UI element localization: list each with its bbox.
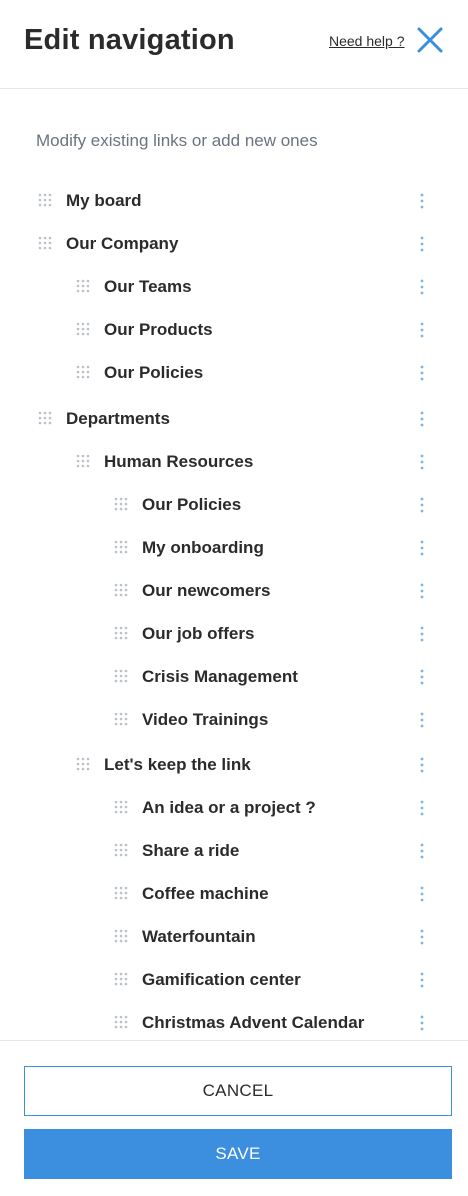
- nav-item[interactable]: Our Teams: [0, 265, 468, 308]
- nav-item-label: My board: [66, 191, 142, 210]
- more-options-icon[interactable]: [414, 755, 430, 775]
- more-options-icon[interactable]: [414, 841, 430, 861]
- more-options-icon[interactable]: [414, 409, 430, 429]
- drag-handle-icon[interactable]: [114, 712, 128, 726]
- more-options-icon[interactable]: [414, 927, 430, 947]
- need-help-link[interactable]: Need help ?: [329, 33, 405, 49]
- drag-handle-icon[interactable]: [114, 1015, 128, 1029]
- more-options-icon[interactable]: [414, 798, 430, 818]
- close-button[interactable]: [414, 24, 446, 56]
- navigation-tree: My board Our Company Our Teams Our Products…: [0, 179, 468, 1037]
- drag-handle-icon[interactable]: [114, 583, 128, 597]
- more-options-icon[interactable]: [414, 970, 430, 990]
- nav-item[interactable]: Coffee machine: [0, 872, 468, 915]
- drag-handle-icon[interactable]: [76, 454, 90, 468]
- nav-item-label: Our job offers: [142, 624, 255, 643]
- more-options-icon[interactable]: [414, 452, 430, 472]
- nav-item[interactable]: Video Trainings: [0, 698, 468, 741]
- nav-item-label: An idea or a project ?: [142, 798, 316, 817]
- more-options-icon[interactable]: [414, 363, 430, 383]
- nav-item[interactable]: Departments: [0, 397, 468, 440]
- nav-item-label: Our Teams: [104, 277, 192, 296]
- nav-item-label: Video Trainings: [142, 710, 269, 729]
- save-button[interactable]: SAVE: [24, 1129, 452, 1179]
- more-options-icon[interactable]: [414, 320, 430, 340]
- drag-handle-icon[interactable]: [114, 497, 128, 511]
- page-title: Edit navigation: [24, 24, 235, 56]
- more-options-icon[interactable]: [414, 581, 430, 601]
- nav-item[interactable]: Our Policies: [0, 483, 468, 526]
- nav-item[interactable]: Gamification center: [0, 958, 468, 1001]
- nav-item-label: Let's keep the link: [104, 755, 251, 774]
- more-options-icon[interactable]: [414, 667, 430, 687]
- more-options-icon[interactable]: [414, 538, 430, 558]
- drag-handle-icon[interactable]: [114, 669, 128, 683]
- nav-item[interactable]: My board: [0, 179, 468, 222]
- nav-item-label: Crisis Management: [142, 667, 298, 686]
- nav-item-label: Our Products: [104, 320, 213, 339]
- drag-handle-icon[interactable]: [114, 843, 128, 857]
- nav-item[interactable]: My onboarding: [0, 526, 468, 569]
- drag-handle-icon[interactable]: [114, 972, 128, 986]
- nav-item-label: Gamification center: [142, 970, 301, 989]
- drag-handle-icon[interactable]: [114, 540, 128, 554]
- nav-item[interactable]: Our job offers: [0, 612, 468, 655]
- nav-item[interactable]: Waterfountain: [0, 915, 468, 958]
- nav-item-label: Human Resources: [104, 452, 254, 471]
- edit-navigation-panel: Edit navigation Need help ? Modify exist…: [0, 0, 468, 1196]
- drag-handle-icon[interactable]: [114, 929, 128, 943]
- more-options-icon[interactable]: [414, 624, 430, 644]
- close-icon: [417, 27, 443, 53]
- drag-handle-icon[interactable]: [38, 193, 52, 207]
- more-options-icon[interactable]: [414, 234, 430, 254]
- more-options-icon[interactable]: [414, 1013, 430, 1033]
- nav-item[interactable]: Share a ride: [0, 829, 468, 872]
- drag-handle-icon[interactable]: [38, 236, 52, 250]
- nav-item[interactable]: Human Resources: [0, 440, 468, 483]
- more-options-icon[interactable]: [414, 710, 430, 730]
- nav-item-label: Our Policies: [142, 495, 242, 514]
- nav-item-label: Our Policies: [104, 363, 204, 382]
- drag-handle-icon[interactable]: [114, 626, 128, 640]
- more-options-icon[interactable]: [414, 277, 430, 297]
- more-options-icon[interactable]: [414, 495, 430, 515]
- nav-item[interactable]: Our Policies: [0, 351, 468, 394]
- nav-item[interactable]: An idea or a project ?: [0, 786, 468, 829]
- nav-item-label: Coffee machine: [142, 884, 269, 903]
- panel-footer: CANCEL SAVE: [0, 1040, 468, 1196]
- nav-item[interactable]: Our newcomers: [0, 569, 468, 612]
- nav-item[interactable]: Let's keep the link: [0, 743, 468, 786]
- drag-handle-icon[interactable]: [76, 757, 90, 771]
- nav-item-label: Our newcomers: [142, 581, 271, 600]
- nav-item[interactable]: Christmas Advent Calendar: [0, 1001, 468, 1037]
- panel-header: Edit navigation Need help ?: [0, 0, 468, 89]
- nav-item-label: Waterfountain: [142, 927, 256, 946]
- cancel-button[interactable]: CANCEL: [24, 1066, 452, 1116]
- nav-item-label: Our Company: [66, 234, 179, 253]
- more-options-icon[interactable]: [414, 191, 430, 211]
- instructions-text: Modify existing links or add new ones: [36, 131, 318, 150]
- nav-item-label: Christmas Advent Calendar: [142, 1013, 365, 1032]
- nav-item-label: My onboarding: [142, 538, 264, 557]
- drag-handle-icon[interactable]: [76, 279, 90, 293]
- nav-item[interactable]: Crisis Management: [0, 655, 468, 698]
- drag-handle-icon[interactable]: [114, 800, 128, 814]
- nav-item[interactable]: Our Company: [0, 222, 468, 265]
- nav-item[interactable]: Our Products: [0, 308, 468, 351]
- more-options-icon[interactable]: [414, 884, 430, 904]
- drag-handle-icon[interactable]: [76, 322, 90, 336]
- drag-handle-icon[interactable]: [76, 365, 90, 379]
- nav-item-label: Share a ride: [142, 841, 240, 860]
- drag-handle-icon[interactable]: [114, 886, 128, 900]
- drag-handle-icon[interactable]: [38, 411, 52, 425]
- nav-item-label: Departments: [66, 409, 170, 428]
